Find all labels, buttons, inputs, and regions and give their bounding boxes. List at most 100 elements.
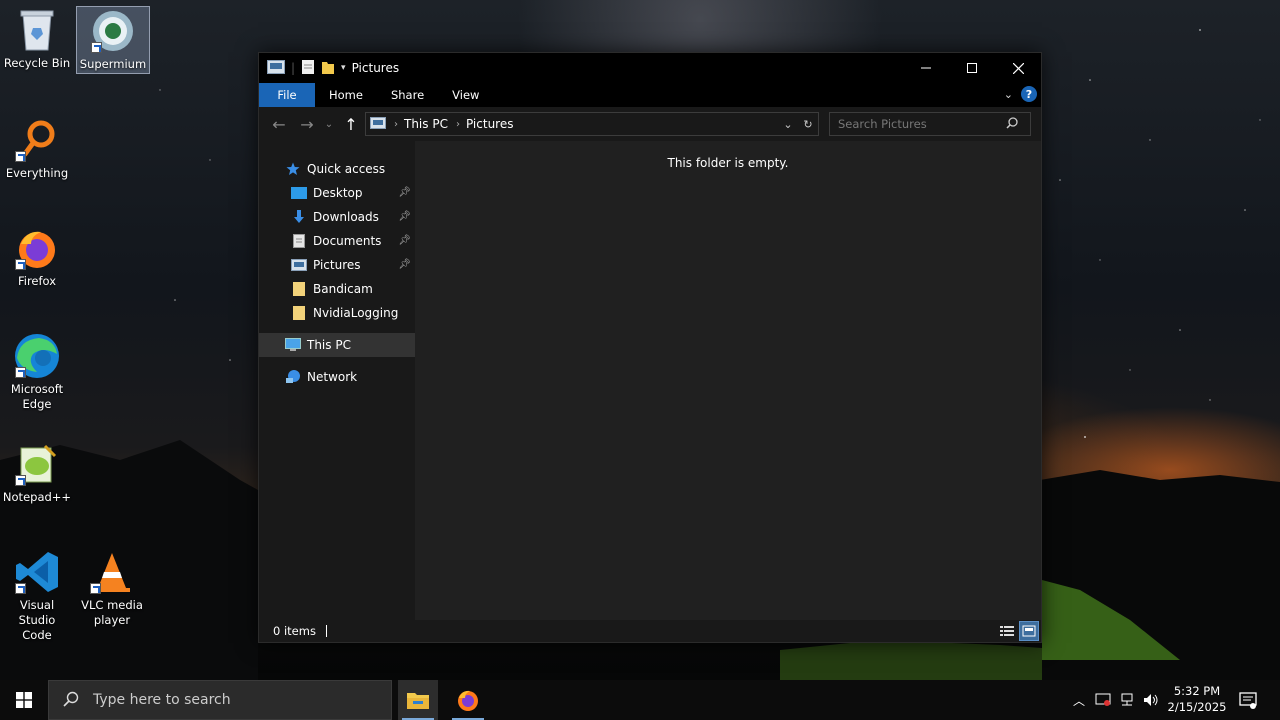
pictures-folder-icon [267, 59, 285, 77]
new-folder-icon[interactable] [321, 59, 335, 78]
desktop-icon-label: Microsoft Edge [10, 382, 64, 411]
breadcrumb-this-pc[interactable]: This PC [404, 117, 448, 131]
tab-file[interactable]: File [259, 83, 315, 107]
close-button[interactable] [995, 53, 1041, 83]
taskbar-clock[interactable]: 5:32 PM 2/15/2025 [1164, 683, 1230, 715]
desktop-icon-everything[interactable]: Everything [0, 116, 74, 181]
forward-button[interactable]: → [293, 110, 321, 138]
details-view-button[interactable] [997, 621, 1017, 641]
address-dropdown-icon[interactable]: ⌄ [778, 118, 798, 131]
up-button[interactable]: ↑ [337, 110, 365, 138]
taskbar-search-box[interactable]: Type here to search [48, 680, 392, 720]
clock-date: 2/15/2025 [1167, 700, 1227, 714]
help-icon[interactable]: ? [1021, 86, 1037, 102]
pin-icon[interactable]: 📌︎ [398, 235, 411, 246]
pin-icon[interactable]: 📌︎ [398, 259, 411, 270]
expand-ribbon-chevron-icon[interactable]: ⌄ [1004, 88, 1013, 101]
tray-volume-icon[interactable] [1140, 680, 1162, 720]
show-hidden-icons-button[interactable]: ︿ [1068, 680, 1090, 720]
breadcrumb-separator-icon: › [394, 118, 398, 130]
pin-icon[interactable]: 📌︎ [398, 187, 411, 198]
download-arrow-icon [291, 210, 307, 224]
start-button[interactable] [0, 680, 48, 720]
desktop-icon-recycle-bin[interactable]: Recycle Bin [0, 6, 74, 71]
desktop-icon-label: Everything [5, 166, 69, 180]
everything-search-icon [13, 116, 61, 164]
taskbar-file-explorer[interactable] [398, 680, 438, 720]
sidebar-item-network[interactable]: Network [259, 365, 415, 389]
recycle-bin-icon [13, 6, 61, 54]
refresh-icon[interactable]: ↻ [798, 118, 818, 131]
large-icons-view-button[interactable] [1019, 621, 1039, 641]
tab-home[interactable]: Home [315, 83, 377, 107]
shortcut-arrow-icon [15, 367, 26, 378]
title-bar[interactable]: | ▾ Pictures [259, 53, 1041, 83]
minimize-icon [921, 67, 931, 69]
shortcut-arrow-icon [90, 583, 101, 594]
search-input[interactable] [830, 117, 1006, 131]
desktop-icon-supermium[interactable]: Supermium [76, 6, 150, 74]
notepad-plus-plus-icon [13, 440, 61, 488]
sidebar-item-label: Bandicam [313, 282, 373, 296]
customize-toolbar-chevron-icon[interactable]: ▾ [341, 63, 346, 73]
desktop-icon-visual-studio-code[interactable]: Visual Studio Code [0, 548, 74, 643]
pictures-location-icon [370, 116, 386, 132]
tab-view[interactable]: View [438, 83, 493, 107]
sidebar-item-this-pc[interactable]: This PC [259, 333, 415, 357]
back-button[interactable]: ← [265, 110, 293, 138]
file-explorer-window[interactable]: | ▾ Pictures File Home Share View ⌄ ? ← … [258, 52, 1042, 643]
shortcut-arrow-icon [15, 475, 26, 486]
breadcrumb-pictures[interactable]: Pictures [466, 117, 514, 131]
sidebar-item-label: Desktop [313, 186, 363, 200]
recent-locations-button[interactable]: ⌄ [321, 110, 337, 138]
desktop-icon-label: Supermium [79, 57, 147, 71]
file-list-area[interactable]: This folder is empty. [415, 141, 1041, 620]
pin-icon[interactable]: 📌︎ [398, 211, 411, 222]
taskbar-firefox[interactable] [448, 680, 488, 720]
item-count: 0 items [273, 624, 316, 638]
desktop-icon-label: Recycle Bin [3, 56, 71, 70]
sidebar-item-desktop[interactable]: Desktop 📌︎ [259, 181, 415, 205]
desktop-icon-notepad-plus-plus[interactable]: Notepad++ [0, 440, 74, 505]
breadcrumb-separator-icon: › [455, 118, 460, 130]
sidebar-item-bandicam[interactable]: Bandicam [259, 277, 415, 301]
properties-icon[interactable] [301, 59, 315, 78]
tab-share[interactable]: Share [377, 83, 438, 107]
shortcut-arrow-icon [15, 583, 26, 594]
security-alert-icon [1095, 693, 1111, 706]
desktop-icon-vlc[interactable]: VLC media player [75, 548, 149, 628]
maximize-button[interactable] [949, 53, 995, 83]
action-center-button[interactable] [1238, 690, 1258, 710]
clock-time: 5:32 PM [1173, 684, 1221, 698]
search-box[interactable] [829, 112, 1031, 136]
sidebar-item-label: Network [307, 370, 358, 384]
notification-icon [1239, 692, 1257, 709]
desktop-icon-microsoft-edge[interactable]: Microsoft Edge [0, 332, 74, 412]
up-arrow-icon: ↑ [344, 114, 358, 134]
quick-access-toolbar: | ▾ [267, 59, 346, 78]
address-bar[interactable]: › This PC › Pictures ⌄ ↻ [365, 112, 819, 136]
volume-icon [1144, 694, 1158, 706]
chevron-up-icon: ︿ [1072, 693, 1085, 708]
desktop-icon-firefox[interactable]: Firefox [0, 224, 74, 289]
firefox-icon [13, 224, 61, 272]
sidebar-item-documents[interactable]: Documents 📌︎ [259, 229, 415, 253]
computer-icon [285, 338, 301, 352]
sidebar-item-pictures[interactable]: Pictures 📌︎ [259, 253, 415, 277]
tray-security-icon[interactable] [1092, 680, 1114, 720]
large-icons-view-icon [1022, 625, 1036, 637]
empty-folder-message: This folder is empty. [667, 156, 789, 170]
back-arrow-icon: ← [272, 114, 286, 134]
desktop-icon-label: Notepad++ [2, 490, 72, 504]
minimize-button[interactable] [903, 53, 949, 83]
sidebar-item-label: Quick access [307, 162, 386, 176]
maximize-icon [967, 63, 977, 73]
search-icon [63, 691, 79, 710]
network-status-icon [1121, 693, 1133, 706]
sidebar-item-quick-access[interactable]: Quick access [259, 157, 415, 181]
sidebar-item-nvidialogging[interactable]: NvidiaLogging [259, 301, 415, 325]
sidebar-item-downloads[interactable]: Downloads 📌︎ [259, 205, 415, 229]
chevron-down-icon: ⌄ [324, 118, 334, 130]
desktop-icon-label: Visual Studio Code [18, 598, 56, 642]
tray-network-icon[interactable] [1116, 680, 1138, 720]
